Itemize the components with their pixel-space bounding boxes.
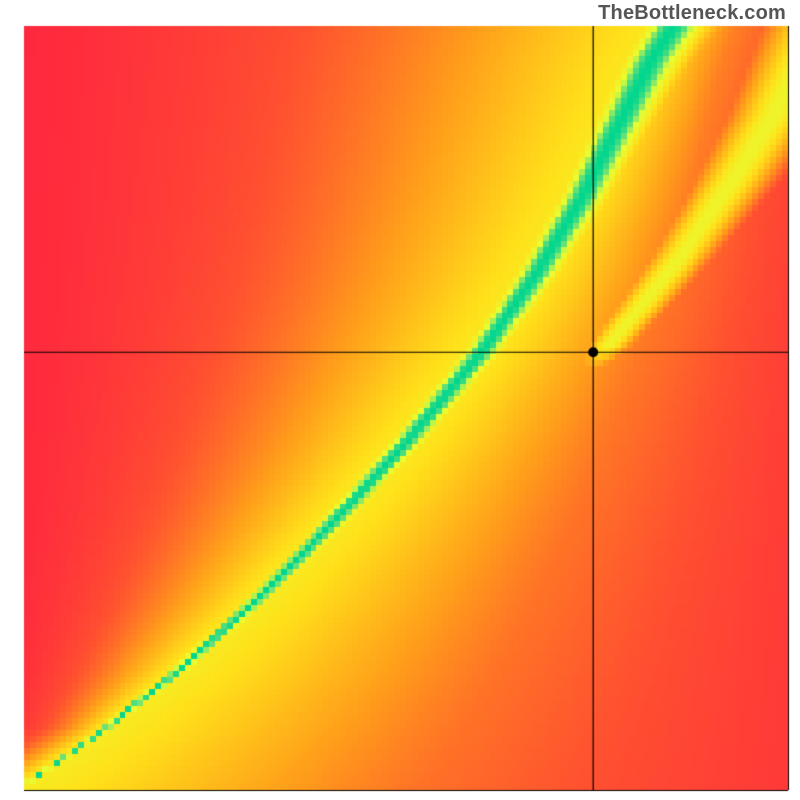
- watermark-text: TheBottleneck.com: [598, 2, 786, 25]
- bottleneck-heatmap-canvas: [0, 0, 800, 800]
- bottleneck-heatmap-container: TheBottleneck.com: [0, 0, 800, 800]
